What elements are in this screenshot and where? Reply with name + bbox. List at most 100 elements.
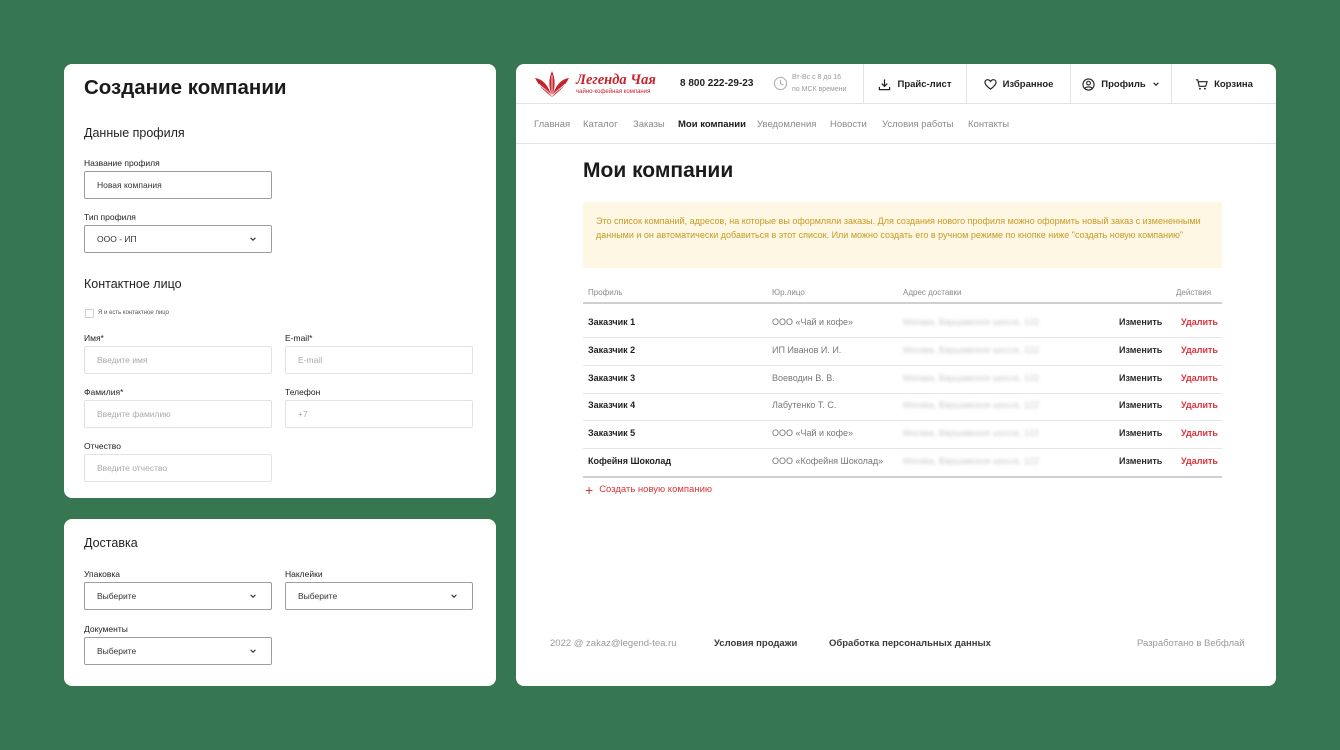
row-divider <box>583 476 1222 478</box>
first-name-placeholder: Введите имя <box>97 355 148 365</box>
company-legal-entity: ООО «Чай и кофе» <box>772 317 854 327</box>
edit-company-button[interactable]: Изменить <box>1119 317 1162 327</box>
profile-type-value: ООО - ИП <box>97 234 137 244</box>
first-name-label: Имя* <box>84 333 104 343</box>
header-phone[interactable]: 8 800 222-29-23 <box>680 78 753 89</box>
pricelist-button[interactable]: Прайс-лист <box>863 64 966 104</box>
company-delivery-address: Москва, Варшавское шоссе, 122 <box>903 372 1039 383</box>
email-input[interactable]: E-mail <box>285 346 473 374</box>
nav-item-catalog[interactable]: Каталог <box>583 119 618 130</box>
edit-company-button[interactable]: Изменить <box>1119 456 1162 466</box>
company-profile-name: Кофейня Шоколад <box>588 456 672 466</box>
edit-company-button[interactable]: Изменить <box>1119 400 1162 410</box>
phone-label: Телефон <box>285 387 321 397</box>
delete-company-button[interactable]: Удалить <box>1181 428 1218 438</box>
profile-menu-button[interactable]: Профиль <box>1070 64 1171 104</box>
delete-company-button[interactable]: Удалить <box>1181 373 1218 383</box>
cart-icon <box>1195 78 1208 90</box>
company-delivery-address: Москва, Варшавское шоссе, 122 <box>903 428 1039 439</box>
profile-type-label: Тип профиля <box>84 212 136 222</box>
middle-name-input[interactable]: Введите отчество <box>84 454 272 482</box>
nav-item-my-companies[interactable]: Мои компании <box>678 119 746 130</box>
nav-item-home[interactable]: Главная <box>534 119 570 130</box>
footer-privacy-link[interactable]: Обработка персональных данных <box>829 638 991 649</box>
stickers-select[interactable]: Выберите <box>285 582 473 610</box>
company-legal-entity: ООО «Чай и кофе» <box>772 428 854 439</box>
create-company-link[interactable]: + Создать новую компанию <box>585 483 712 497</box>
nav-item-notifications[interactable]: Уведомления <box>757 119 816 130</box>
first-name-input[interactable]: Введите имя <box>84 346 272 374</box>
chevron-down-icon <box>250 237 256 241</box>
my-companies-page: Легенда Чая чайно-кофейная компания 8 80… <box>516 64 1276 686</box>
site-header: Легенда Чая чайно-кофейная компания 8 80… <box>516 64 1276 104</box>
info-notice: Это список компаний, адресов, на которые… <box>583 202 1222 268</box>
row-divider <box>583 448 1222 450</box>
chevron-down-icon <box>451 594 457 598</box>
create-company-label: Создать новую компанию <box>599 484 712 495</box>
delete-company-button[interactable]: Удалить <box>1181 345 1218 355</box>
company-profile-name: Заказчик 3 <box>588 372 636 383</box>
row-divider <box>583 364 1222 366</box>
logo-tagline: чайно-кофейная компания <box>576 89 651 95</box>
tea-leaf-logo[interactable] <box>532 70 572 98</box>
company-delivery-address: Москва, Варшавское шоссе, 122 <box>903 344 1039 355</box>
row-divider <box>583 392 1222 394</box>
profile-name-label: Название профиля <box>84 158 160 168</box>
column-header-profile: Профиль <box>588 288 623 297</box>
footer-copyright: 2022 @ zakaz@legend-tea.ru <box>550 638 677 649</box>
nav-item-contacts[interactable]: Контакты <box>968 119 1009 130</box>
phone-placeholder: +7 <box>298 409 308 419</box>
column-header-address: Адрес доставки <box>903 288 962 297</box>
working-hours: Вт-Вс с 8 до 16 по МСК времени <box>792 72 847 96</box>
clock-icon <box>773 76 788 91</box>
edit-company-button[interactable]: Изменить <box>1119 373 1162 383</box>
delivery-title: Доставка <box>84 536 138 550</box>
chevron-down-icon <box>250 649 256 653</box>
middle-name-placeholder: Введите отчество <box>97 463 168 473</box>
footer-terms-link[interactable]: Условия продажи <box>714 638 797 649</box>
packaging-select[interactable]: Выберите <box>84 582 272 610</box>
middle-name-label: Отчество <box>84 441 121 451</box>
contact-section-title: Контактное лицо <box>84 277 182 291</box>
heart-icon <box>983 78 997 90</box>
chevron-down-icon <box>1152 82 1159 86</box>
company-legal-entity: Воеводин В. В. <box>772 372 835 383</box>
profile-type-select[interactable]: ООО - ИП <box>84 225 272 253</box>
edit-company-button[interactable]: Изменить <box>1119 345 1162 355</box>
profile-name-input[interactable]: Новая компания <box>84 171 272 199</box>
documents-select[interactable]: Выберите <box>84 637 272 665</box>
delete-company-button[interactable]: Удалить <box>1181 317 1218 327</box>
column-header-legal: Юр.лицо <box>772 288 805 297</box>
nav-item-orders[interactable]: Заказы <box>633 119 665 130</box>
user-icon <box>1082 77 1095 91</box>
footer-developer-link[interactable]: Разработано в Вебфлай <box>1137 638 1245 649</box>
logo-name[interactable]: Легенда Чая <box>576 72 656 89</box>
company-legal-entity: ООО «Кофейня Шоколад» <box>772 456 884 466</box>
main-nav: Главная Каталог Заказы Мои компании Увед… <box>516 104 1276 144</box>
hours-line-2: по МСК времени <box>792 86 847 93</box>
delete-company-button[interactable]: Удалить <box>1181 456 1218 466</box>
self-contact-checkbox[interactable] <box>85 309 94 318</box>
last-name-input[interactable]: Введите фамилию <box>84 400 272 428</box>
nav-item-news[interactable]: Новости <box>830 119 867 130</box>
column-header-actions: Действия <box>1176 288 1212 297</box>
company-profile-name: Заказчик 1 <box>588 317 636 327</box>
pricelist-label: Прайс-лист <box>897 78 952 90</box>
nav-item-terms[interactable]: Условия работы <box>882 119 953 130</box>
company-profile-name: Заказчик 2 <box>588 344 636 355</box>
download-icon <box>879 78 891 90</box>
company-delivery-address: Москва, Варшавское шоссе, 122 <box>903 456 1039 466</box>
edit-company-button[interactable]: Изменить <box>1119 428 1162 438</box>
phone-input[interactable]: +7 <box>285 400 473 428</box>
profile-section-title: Данные профиля <box>84 126 185 140</box>
table-header-divider <box>583 302 1222 304</box>
favorites-button[interactable]: Избранное <box>966 64 1070 104</box>
email-placeholder: E-mail <box>298 355 323 365</box>
self-contact-label: Я и есть контактное лицо <box>98 310 169 316</box>
profile-name-value: Новая компания <box>97 180 162 190</box>
packaging-value: Выберите <box>97 591 137 601</box>
cart-button[interactable]: Корзина <box>1171 64 1276 104</box>
row-divider <box>583 337 1222 338</box>
delete-company-button[interactable]: Удалить <box>1181 400 1218 410</box>
company-legal-entity: ИП Иванов И. И. <box>772 344 842 355</box>
